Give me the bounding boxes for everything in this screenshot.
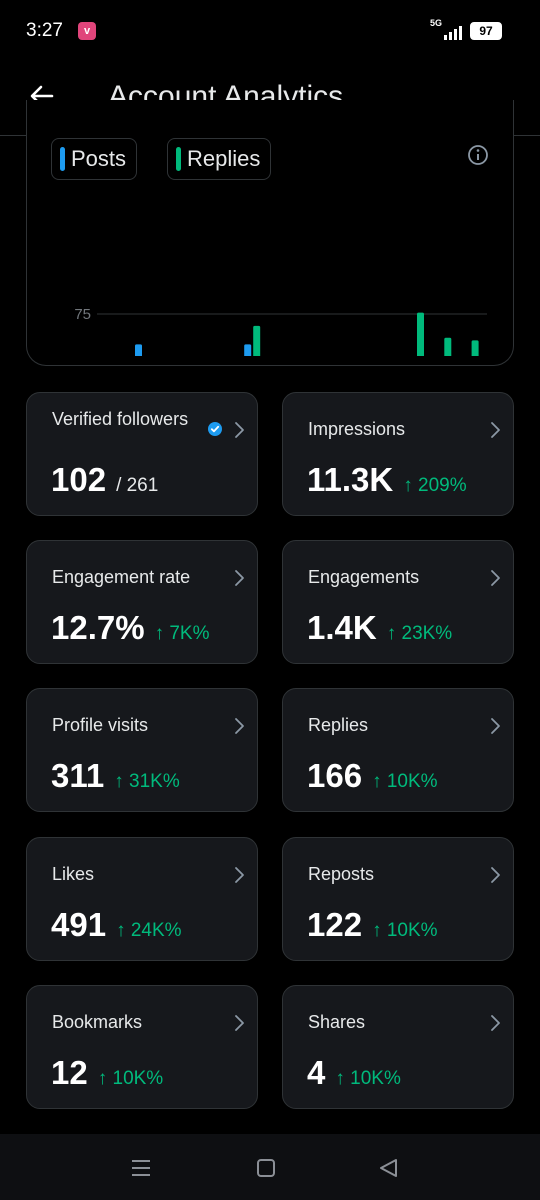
replies-swatch	[176, 147, 181, 171]
bar-posts-0	[135, 344, 142, 356]
metric-label: Shares	[308, 1012, 366, 1032]
metric-change: ↑ 31K%	[114, 771, 180, 792]
metric-card-reposts[interactable]: Reposts 122 ↑ 10K%	[282, 837, 514, 961]
network-type: 5G	[430, 18, 443, 28]
metric-value-row: 122 ↑ 10K%	[307, 906, 438, 944]
metric-value: 311	[51, 757, 105, 794]
metric-change: ↑ 23K%	[386, 623, 453, 644]
activity-chart-card: Posts Replies 7525Mar 30Apr 4Apr 8	[26, 100, 514, 366]
system-nav-bar	[0, 1134, 540, 1200]
info-icon[interactable]	[467, 144, 489, 166]
metric-label: Engagements	[308, 567, 420, 587]
metric-total: / 261	[116, 475, 159, 496]
metric-value-row: 311 ↑ 31K%	[51, 757, 180, 795]
chevron-right-icon	[235, 718, 244, 734]
metric-change: ↑ 10K%	[372, 771, 438, 792]
metric-card-verified-followers[interactable]: Verified followers 102 / 261	[26, 392, 258, 516]
metric-value-row: 4 ↑ 10K%	[307, 1054, 401, 1092]
legend-posts-label: Posts	[71, 146, 127, 171]
status-time: 3:27	[26, 20, 63, 41]
chevron-right-icon	[235, 570, 244, 586]
chevron-right-icon	[491, 570, 500, 586]
metric-value: 1.4K	[307, 609, 377, 646]
metric-value: 166	[307, 757, 363, 794]
bar-replies-11	[444, 337, 452, 356]
metric-label: Profile visits	[52, 715, 149, 735]
metric-card-impressions[interactable]: Impressions 11.3K ↑ 209%	[282, 392, 514, 516]
metric-value-row: 12.7% ↑ 7K%	[51, 609, 210, 647]
legend-replies[interactable]: Replies	[167, 138, 272, 180]
bar-replies-4	[253, 325, 261, 356]
bar-replies-10	[417, 312, 424, 356]
metric-label: Impressions	[308, 419, 406, 439]
metric-value-row: 11.3K ↑ 209%	[307, 461, 467, 499]
posts-swatch	[60, 147, 65, 171]
metric-value: 12	[51, 1054, 88, 1091]
metric-label: Reposts	[308, 864, 375, 884]
metric-label: Replies	[308, 715, 369, 735]
metric-value: 11.3K	[307, 461, 394, 498]
metric-value: 102	[51, 461, 107, 498]
metric-value-row: 166 ↑ 10K%	[307, 757, 438, 795]
metric-change: ↑ 10K%	[335, 1068, 401, 1089]
metric-card-likes[interactable]: Likes 491 ↑ 24K%	[26, 837, 258, 961]
y-tick-label: 75	[74, 306, 91, 323]
metric-card-engagements[interactable]: Engagements 1.4K ↑ 23K%	[282, 540, 514, 664]
metric-change: ↑ 209%	[403, 475, 467, 496]
metric-card-profile-visits[interactable]: Profile visits 311 ↑ 31K%	[26, 688, 258, 812]
chevron-right-icon	[491, 718, 500, 734]
chevron-right-icon	[235, 422, 244, 438]
metric-value: 122	[307, 906, 363, 943]
metric-card-engagement-rate[interactable]: Engagement rate 12.7% ↑ 7K%	[26, 540, 258, 664]
metric-label: Bookmarks	[52, 1012, 143, 1032]
metric-label: Verified followers	[52, 409, 189, 429]
chevron-right-icon	[235, 1015, 244, 1031]
metric-value-row: 102 / 261	[51, 461, 158, 499]
chevron-right-icon	[491, 867, 500, 883]
metric-value: 4	[307, 1054, 326, 1091]
metric-change: ↑ 10K%	[97, 1068, 164, 1089]
signal-icon	[444, 26, 462, 40]
chevron-right-icon	[491, 1015, 500, 1031]
metric-value-row: 1.4K ↑ 23K%	[307, 609, 452, 647]
metric-change: ↑ 10K%	[372, 920, 438, 941]
app-notification-icon: v	[78, 22, 96, 40]
bar-replies-12	[471, 340, 479, 356]
battery-icon: 97	[470, 22, 502, 40]
metric-value-row: 491 ↑ 24K%	[51, 906, 182, 944]
recent-apps-icon[interactable]	[130, 1158, 152, 1178]
legend-replies-label: Replies	[187, 146, 261, 171]
legend-posts[interactable]: Posts	[51, 138, 138, 180]
metric-label: Engagement rate	[52, 567, 191, 587]
metric-label: Likes	[52, 864, 95, 884]
metric-value: 12.7%	[51, 609, 145, 646]
chevron-right-icon	[491, 422, 500, 438]
status-bar: 3:27 v 5G 97	[0, 0, 540, 64]
metric-card-replies[interactable]: Replies 166 ↑ 10K%	[282, 688, 514, 812]
metric-value-row: 12 ↑ 10K%	[51, 1054, 163, 1092]
metric-card-shares[interactable]: Shares 4 ↑ 10K%	[282, 985, 514, 1109]
metric-change: ↑ 7K%	[154, 623, 210, 644]
verified-badge-icon	[208, 422, 222, 436]
metric-value: 491	[51, 906, 107, 943]
bar-posts-4	[244, 344, 252, 356]
bar-chart: 7525Mar 30Apr 4Apr 8	[74, 306, 487, 356]
back-nav-icon[interactable]	[378, 1158, 400, 1178]
home-icon[interactable]	[256, 1158, 276, 1178]
metric-change: ↑ 24K%	[116, 920, 182, 941]
metric-card-bookmarks[interactable]: Bookmarks 12 ↑ 10K%	[26, 985, 258, 1109]
chevron-right-icon	[235, 867, 244, 883]
